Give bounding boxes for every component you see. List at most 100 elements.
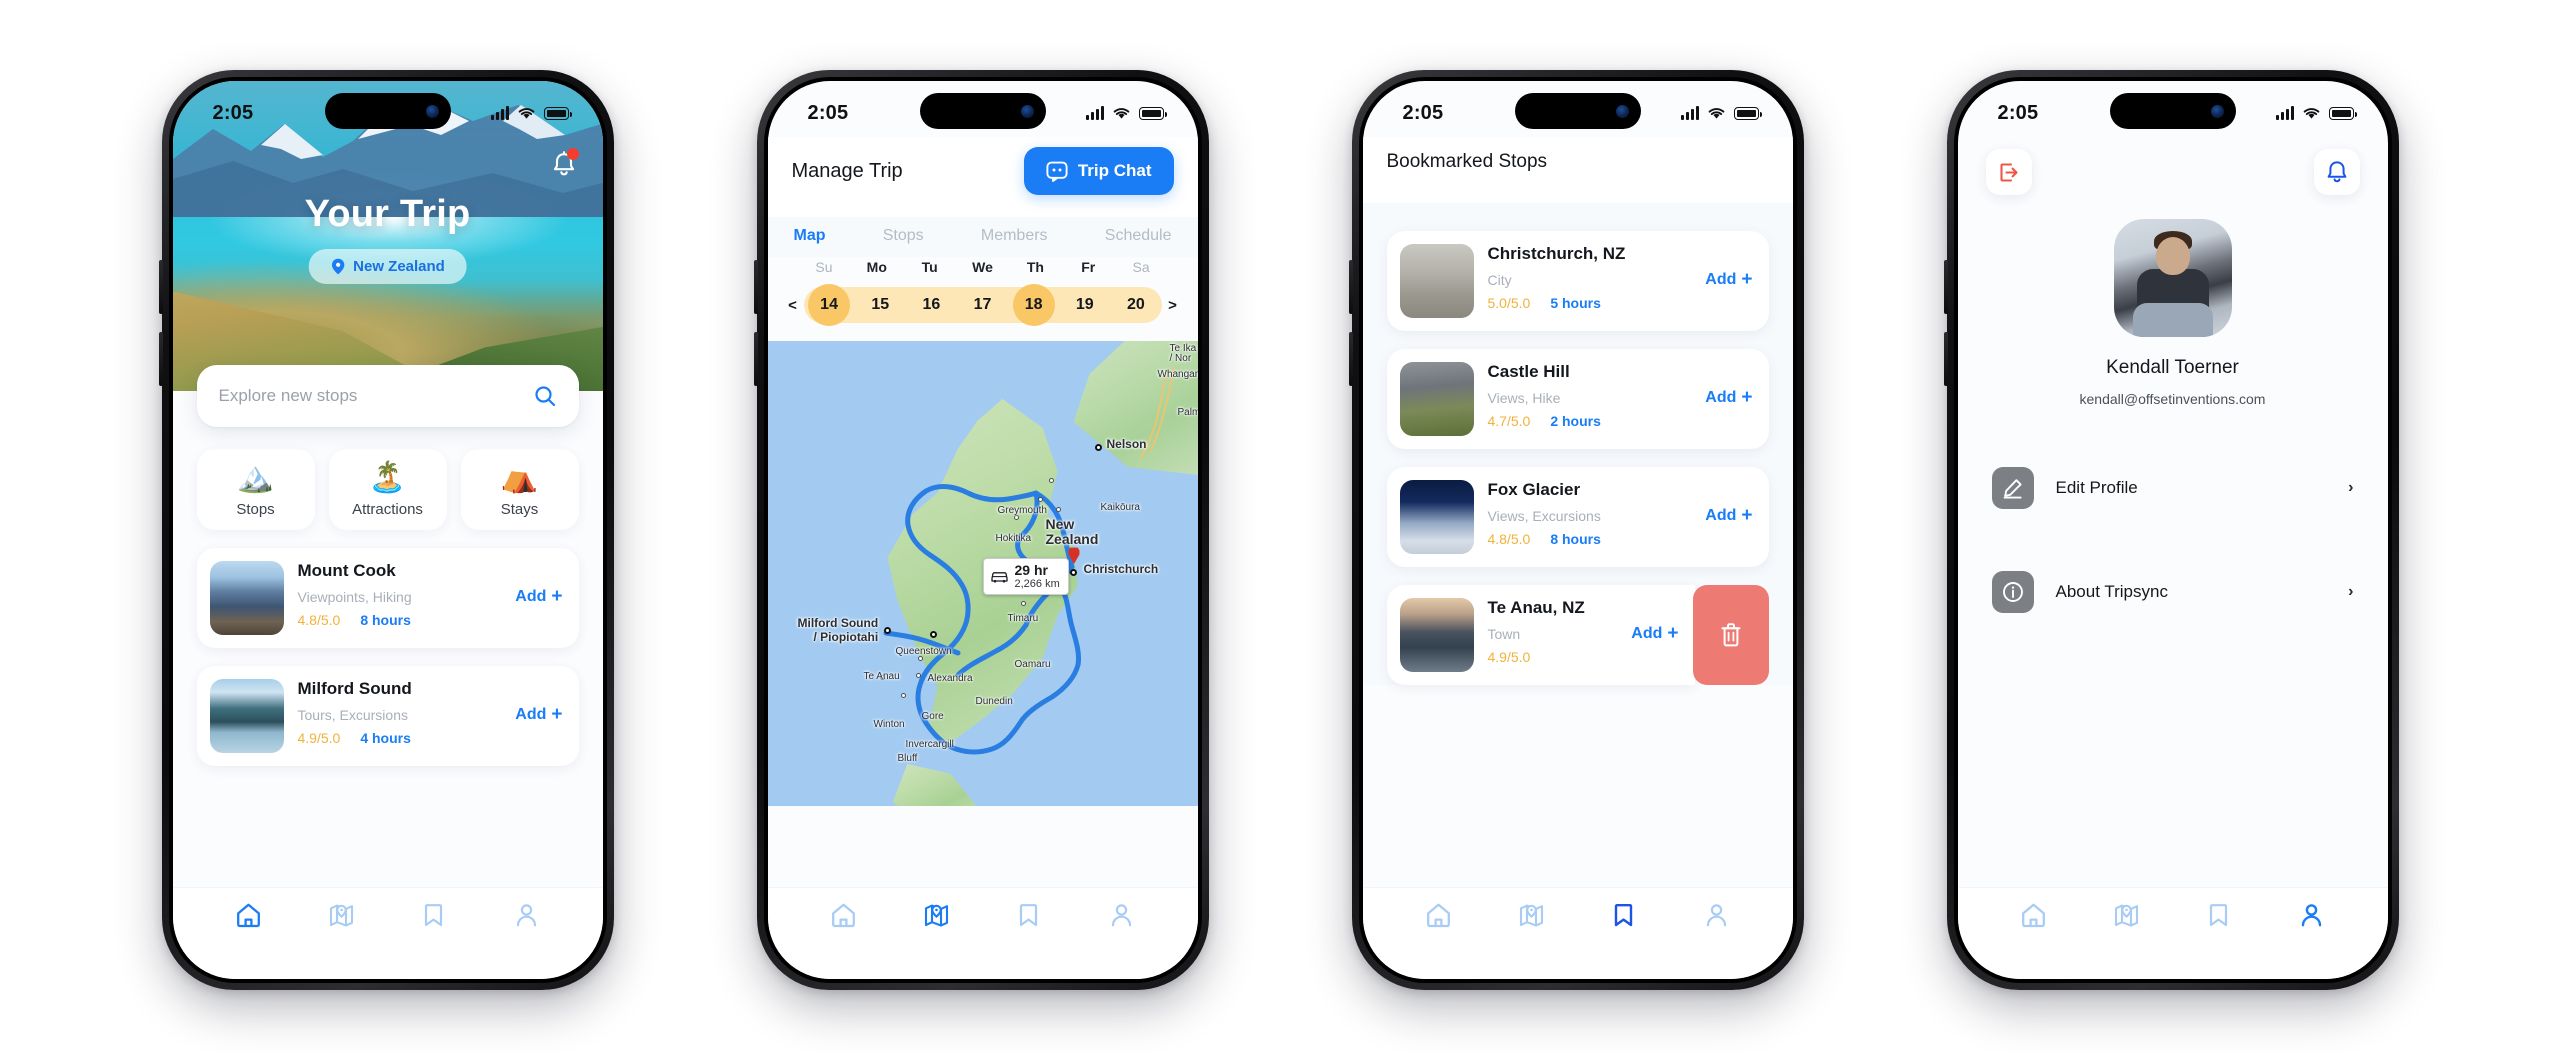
bookmark-row[interactable]: Te Anau, NZ Town Add + 4.9/5.0: [1386, 585, 1695, 685]
tab-home[interactable]: [219, 902, 279, 928]
add-stop-button[interactable]: Add +: [515, 705, 562, 724]
tab-stops[interactable]: Stops: [883, 227, 924, 245]
bookmark-row[interactable]: Fox Glacier Views, Excursions Add + 4.8/…: [1386, 467, 1769, 567]
category-stops[interactable]: 🏔️ Stops: [196, 449, 315, 530]
map-label-winton: Winton: [873, 719, 905, 730]
map-stop-marker-queenstown[interactable]: [929, 631, 937, 638]
map-pin-icon: [331, 258, 344, 275]
tab-members[interactable]: Members: [981, 227, 1048, 245]
stop-thumbnail: [1399, 244, 1474, 318]
profile-top-actions: [1958, 137, 2388, 195]
chevron-right-icon: ›: [2348, 479, 2354, 496]
stop-rating: 4.8/5.0: [1487, 531, 1531, 547]
category-stays[interactable]: ⛺ Stays: [460, 449, 579, 530]
bookmarked-stops-list: Christchurch, NZ City Add + 5.0/5.0 5 ho…: [1362, 203, 1793, 685]
map-label-milford-sound: Milford Sound / Piopiotahi: [797, 616, 879, 644]
tab-home[interactable]: [814, 902, 874, 928]
tab-map[interactable]: [906, 902, 966, 928]
info-glyph: [2002, 582, 2023, 602]
category-attractions[interactable]: 🏝️ Attractions: [328, 449, 447, 530]
tab-profile[interactable]: [1091, 902, 1151, 928]
trip-location-chip[interactable]: New Zealand: [308, 249, 467, 284]
phone-profile: 2:05 Kendall Toerner kendall@offsetinven…: [1943, 70, 2399, 990]
map-stop-marker-christchurch[interactable]: [1069, 569, 1077, 576]
stop-meta: 4.8/5.0 8 hours: [298, 612, 563, 628]
stop-card[interactable]: Mount Cook Viewpoints, Hiking Add + 4.8/…: [196, 548, 579, 648]
next-week-button[interactable]: >: [1162, 297, 1184, 314]
tab-map[interactable]: [311, 902, 371, 928]
tab-home[interactable]: [1409, 902, 1469, 928]
add-stop-button[interactable]: Add +: [515, 587, 562, 606]
stop-card[interactable]: Milford Sound Tours, Excursions Add + 4.…: [196, 666, 579, 766]
add-stop-button[interactable]: Add +: [1631, 624, 1678, 643]
tab-map[interactable]: Map: [794, 227, 826, 245]
date-cell[interactable]: 18: [1008, 287, 1059, 323]
search-input[interactable]: Explore new stops: [196, 365, 579, 427]
add-stop-button[interactable]: Add +: [1705, 506, 1752, 525]
notifications-button[interactable]: [2313, 149, 2360, 195]
weekday-label: Mo: [866, 259, 887, 275]
logout-button[interactable]: [1985, 149, 2032, 195]
tab-home[interactable]: [2004, 902, 2064, 928]
tab-bookmarks[interactable]: [2189, 902, 2249, 928]
tab-profile[interactable]: [1686, 902, 1746, 928]
page-title: Manage Trip: [791, 159, 903, 182]
stop-tags: City: [1487, 271, 1512, 288]
tab-profile[interactable]: [2281, 902, 2341, 928]
avatar-legs: [2132, 303, 2213, 337]
stop-tags: Tours, Excursions: [297, 706, 408, 723]
bookmark-row-swiped[interactable]: Te Anau, NZ Town Add + 4.9/5.0: [1386, 585, 1769, 685]
stop-meta: 5.0/5.0 5 hours: [1488, 295, 1753, 311]
add-stop-button[interactable]: Add +: [1705, 270, 1752, 289]
profile-menu: Edit Profile › About Tripsync ›: [1958, 451, 2388, 629]
manage-trip-header: Manage Trip Trip Chat: [767, 137, 1198, 217]
date-cell[interactable]: 14: [804, 287, 855, 323]
trip-chat-button[interactable]: Trip Chat: [1023, 147, 1174, 195]
weekday-label: Fr: [1081, 259, 1096, 275]
stop-meta: 4.9/5.0 4 hours: [298, 730, 563, 746]
prev-week-button[interactable]: <: [782, 297, 804, 314]
stop-meta: 4.7/5.0 2 hours: [1488, 413, 1753, 429]
date-cell[interactable]: 15: [855, 287, 906, 323]
map-label-alexandra: Alexandra: [927, 673, 973, 684]
tab-bookmarks[interactable]: [1594, 902, 1654, 928]
notifications-button[interactable]: [551, 148, 579, 184]
pencil-icon: [1991, 467, 2034, 509]
category-label: Stops: [236, 501, 275, 518]
dynamic-island: [1514, 93, 1641, 129]
delete-bookmark-button[interactable]: [1692, 585, 1769, 685]
date-cell[interactable]: 20: [1110, 287, 1161, 323]
date-cell[interactable]: 17: [957, 287, 1008, 323]
tab-map[interactable]: [2096, 902, 2156, 928]
tab-schedule[interactable]: Schedule: [1105, 227, 1172, 245]
tent-icon: ⛺: [500, 461, 539, 494]
stop-name: Castle Hill: [1487, 362, 1570, 381]
map-stop-marker-nelson[interactable]: [1094, 444, 1102, 451]
search-icon[interactable]: [533, 384, 557, 408]
stop-thumbnail: [1399, 362, 1474, 436]
stop-sub-row: City Add +: [1488, 270, 1753, 289]
menu-item-edit-profile[interactable]: Edit Profile ›: [1988, 451, 2358, 525]
person-icon: [2301, 904, 2321, 927]
tab-bookmarks[interactable]: [999, 902, 1059, 928]
map-stop-marker-milford[interactable]: [883, 627, 891, 634]
stop-duration: 8 hours: [360, 612, 411, 628]
map-label-gore: Gore: [921, 711, 944, 722]
tab-bookmarks[interactable]: [404, 902, 464, 928]
wifi-icon: [2303, 108, 2319, 119]
route-duration-card[interactable]: 29 hr 2,266 km: [982, 558, 1069, 595]
add-stop-button[interactable]: Add +: [1705, 388, 1752, 407]
stop-thumbnail: [1399, 598, 1474, 672]
trip-map[interactable]: Nelson Christchurch Milford Sound / Piop…: [767, 341, 1198, 806]
map-label-christchurch: Christchurch: [1083, 562, 1159, 576]
bookmark-row[interactable]: Castle Hill Views, Hike Add + 4.7/5.0 2 …: [1386, 349, 1769, 449]
bookmark-row[interactable]: Christchurch, NZ City Add + 5.0/5.0 5 ho…: [1386, 231, 1769, 331]
date-cell[interactable]: 16: [906, 287, 957, 323]
bell-icon: [2327, 161, 2346, 183]
map-icon: [924, 904, 948, 927]
date-cell[interactable]: 19: [1059, 287, 1110, 323]
tab-profile[interactable]: [496, 902, 556, 928]
island-icon: 🏝️: [368, 461, 407, 494]
menu-item-about-tripsync[interactable]: About Tripsync ›: [1988, 555, 2358, 629]
tab-map[interactable]: [1501, 902, 1561, 928]
